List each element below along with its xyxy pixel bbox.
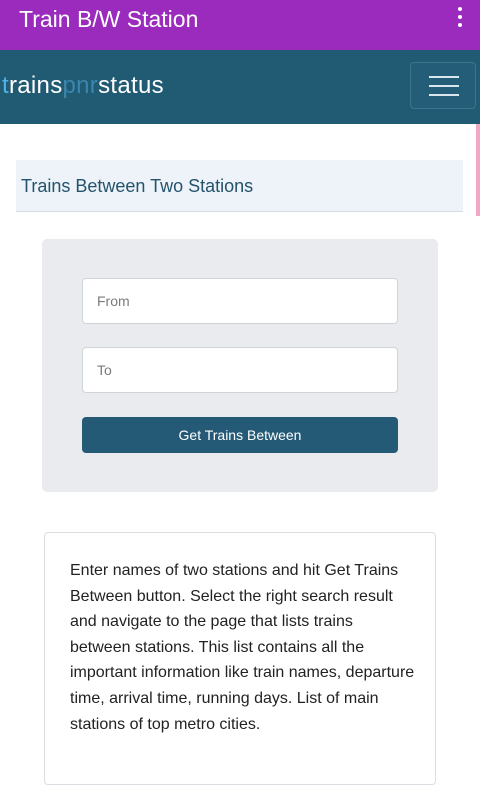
section-header: Trains Between Two Stations [16, 160, 463, 212]
menu-bar [429, 94, 459, 96]
to-station-input[interactable] [82, 347, 398, 393]
logo-part-pnr: pnr [62, 72, 99, 99]
logo-part-status: status [98, 72, 164, 99]
app-title: Train B/W Station [19, 6, 199, 32]
kebab-dot [458, 15, 462, 19]
app-bar: Train B/W Station [0, 0, 480, 50]
get-trains-between-button[interactable]: Get Trains Between [82, 417, 398, 453]
info-card: Enter names of two stations and hit Get … [44, 532, 436, 785]
logo-first-letter: t [2, 72, 9, 99]
search-form: Get Trains Between [42, 239, 438, 492]
site-logo[interactable]: trainspnrstatus [2, 72, 164, 100]
scroll-indicator[interactable] [476, 124, 480, 216]
from-station-input[interactable] [82, 278, 398, 324]
info-text: Enter names of two stations and hit Get … [70, 562, 415, 733]
site-header: trainspnrstatus [0, 50, 480, 124]
kebab-dot [458, 23, 462, 27]
section-title: Trains Between Two Stations [21, 176, 254, 196]
logo-part-trains: rains [8, 72, 63, 99]
kebab-dot [458, 7, 462, 11]
menu-bar [429, 76, 459, 78]
more-vert-icon[interactable] [456, 7, 464, 31]
hamburger-menu-icon[interactable] [410, 62, 476, 109]
menu-bar [429, 85, 459, 87]
